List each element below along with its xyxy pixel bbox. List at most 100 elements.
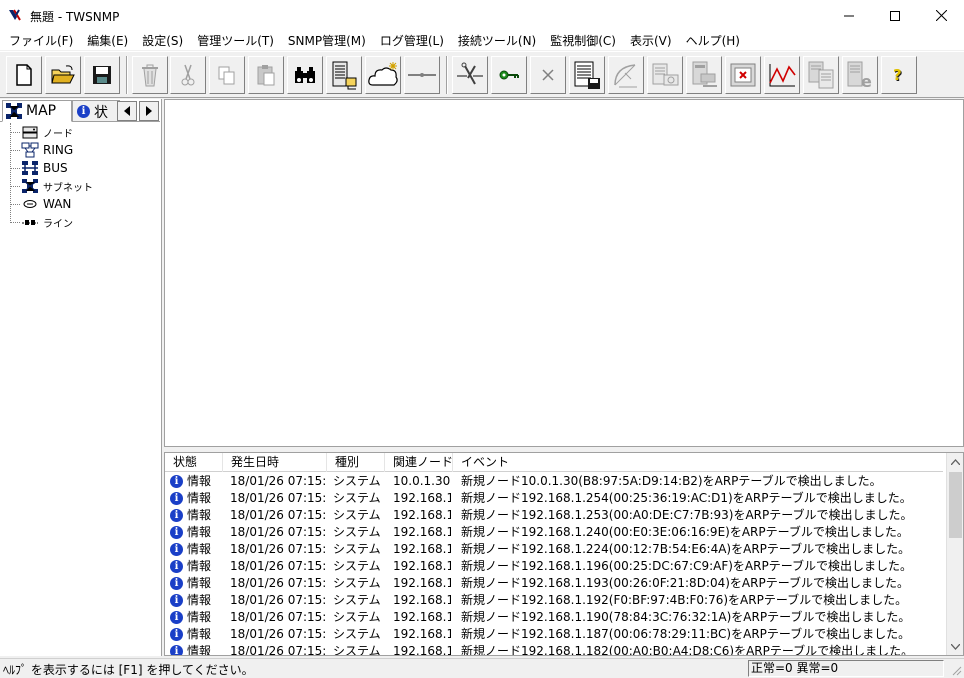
cell-time: 18/01/26 07:15:13: [230, 593, 326, 607]
stop-window-button[interactable]: [725, 56, 761, 94]
table-row[interactable]: i 情報 18/01/26 07:15:13 システム 192.168.1... 新規ノー…: [165, 507, 943, 524]
table-row[interactable]: i 情報 18/01/26 07:15:13 システム 192.168.1... 新規ノー…: [165, 524, 943, 541]
cell-event: 新規ノード192.168.1.192(F0:BF:97:4B:F0:76)をAR…: [461, 593, 908, 607]
column-header-state[interactable]: 状態: [165, 453, 223, 472]
cell-node: 192.168.1...: [393, 644, 451, 656]
line-button[interactable]: [404, 56, 440, 94]
table-row[interactable]: i 情報 18/01/26 07:15:13 システム 192.168.1... 新規ノー…: [165, 609, 943, 626]
tree-label: ノード: [43, 128, 73, 140]
tab-scroll-right-button[interactable]: [139, 101, 159, 121]
info-icon: i: [170, 645, 183, 655]
menu-admin-tools[interactable]: 管理ツール(T): [190, 31, 281, 51]
table-row[interactable]: i 情報 18/01/26 07:15:13 システム 192.168.1... 新規ノー…: [165, 592, 943, 609]
table-row[interactable]: i 情報 18/01/26 07:15:13 システム 192.168.1... 新規ノー…: [165, 490, 943, 507]
save-button[interactable]: [84, 56, 120, 94]
server-save-button[interactable]: [569, 56, 605, 94]
info-icon: i: [170, 509, 183, 522]
cloud-network-button[interactable]: [365, 56, 401, 94]
menu-view[interactable]: 表示(V): [623, 31, 679, 51]
delete-button[interactable]: [132, 56, 168, 94]
menu-connect-tools[interactable]: 接続ツール(N): [451, 31, 543, 51]
node-list-button[interactable]: [326, 56, 362, 94]
tools-button[interactable]: [452, 56, 488, 94]
title-bar: 無題 - TWSNMP: [0, 0, 964, 31]
cell-time: 18/01/26 07:15:13: [230, 627, 326, 641]
table-row[interactable]: i 情報 18/01/26 07:15:13 システム 192.168.1... 新規ノー…: [165, 541, 943, 558]
log-scrollbar[interactable]: [946, 453, 963, 655]
menu-settings[interactable]: 設定(S): [135, 31, 190, 51]
table-row[interactable]: i 情報 18/01/26 07:15:13 システム 10.0.1.30 新規ノード10…: [165, 473, 943, 490]
table-row[interactable]: i 情報 18/01/26 07:15:13 システム 192.168.1... 新規ノー…: [165, 575, 943, 592]
cell-event: 新規ノード10.0.1.30(B8:97:5A:D9:14:B2)をARPテーブ…: [461, 474, 882, 488]
column-header-event[interactable]: イベント: [453, 453, 943, 472]
node-list-icon: [332, 61, 357, 90]
open-button[interactable]: [45, 56, 81, 94]
menu-edit[interactable]: 編集(E): [80, 31, 135, 51]
server-config-button[interactable]: [686, 56, 722, 94]
info-icon: i: [170, 560, 183, 573]
subnet-icon: [22, 179, 38, 193]
find-button[interactable]: [287, 56, 323, 94]
info-icon: i: [170, 543, 183, 556]
cell-state: 情報: [187, 508, 212, 522]
close-icon: [935, 10, 947, 21]
cell-state: 情報: [187, 627, 212, 641]
menu-log[interactable]: ログ管理(L): [373, 31, 451, 51]
toolbar-separator: [126, 56, 128, 94]
menu-snmp[interactable]: SNMP管理(M): [281, 31, 373, 51]
cell-time: 18/01/26 07:15:13: [230, 576, 326, 590]
info-icon: i: [170, 577, 183, 590]
status-help-text: ﾍﾙﾌﾟ を表示するには [F1] を押してください。: [3, 663, 254, 677]
copy-button[interactable]: [209, 56, 245, 94]
paste-button[interactable]: [248, 56, 284, 94]
satellite-button[interactable]: [608, 56, 644, 94]
server-e-button[interactable]: e: [842, 56, 878, 94]
new-button[interactable]: [6, 56, 42, 94]
copy-icon: [218, 66, 235, 85]
menu-monitor[interactable]: 監視制御(C): [543, 31, 623, 51]
tab-map[interactable]: MAP: [2, 100, 72, 122]
key-icon: [499, 70, 519, 80]
cell-event: 新規ノード192.168.1.193(00:26:0F:21:8D:04)をAR…: [461, 576, 909, 590]
tools-icon: [457, 62, 483, 85]
delete-icon: [142, 64, 158, 87]
tab-scroll-left-button[interactable]: [117, 101, 137, 121]
save-icon: [93, 66, 111, 84]
cut-button[interactable]: [170, 56, 206, 94]
chevron-right-icon: [146, 106, 152, 116]
info-icon: i: [170, 492, 183, 505]
scroll-down-button[interactable]: [947, 638, 963, 655]
resize-grip-icon[interactable]: [950, 664, 962, 676]
tree-connector: [10, 123, 11, 221]
paste-icon: [257, 65, 275, 86]
info-icon: i: [77, 105, 90, 118]
cell-time: 18/01/26 07:15:13: [230, 610, 326, 624]
scroll-thumb[interactable]: [949, 472, 962, 538]
help-button[interactable]: ??: [881, 56, 917, 94]
menu-help[interactable]: ヘルプ(H): [679, 31, 747, 51]
toolbar: e ??: [0, 51, 964, 98]
table-row[interactable]: i 情報 18/01/26 07:15:13 システム 192.168.1... 新規ノー…: [165, 626, 943, 643]
column-header-node[interactable]: 関連ノード: [385, 453, 453, 472]
server-search-button[interactable]: [647, 56, 683, 94]
cell-time: 18/01/26 07:15:13: [230, 525, 326, 539]
minimize-button[interactable]: [826, 0, 872, 31]
table-row[interactable]: i 情報 18/01/26 07:15:13 システム 192.168.1... 新規ノー…: [165, 558, 943, 575]
key-button[interactable]: [491, 56, 527, 94]
column-header-type[interactable]: 種別: [327, 453, 385, 472]
cell-event: 新規ノード192.168.1.253(00:A0:DE:C7:7B:93)をAR…: [461, 508, 913, 522]
cell-node: 192.168.1...: [393, 610, 451, 624]
close-x-button[interactable]: [530, 56, 566, 94]
tab-status[interactable]: i 状: [72, 100, 120, 122]
column-header-time[interactable]: 発生日時: [223, 453, 327, 472]
cell-type: システム: [333, 525, 381, 539]
menu-file[interactable]: ファイル(F): [2, 31, 80, 51]
scroll-up-button[interactable]: [947, 453, 963, 470]
graph-button[interactable]: [764, 56, 800, 94]
cell-state: 情報: [187, 525, 212, 539]
table-row[interactable]: i 情報 18/01/26 07:15:13 システム 192.168.1... 新規ノー…: [165, 643, 943, 656]
maximize-button[interactable]: [872, 0, 918, 31]
server-copy-button[interactable]: [803, 56, 839, 94]
close-button[interactable]: [918, 0, 964, 31]
network-map-canvas[interactable]: [164, 99, 964, 447]
